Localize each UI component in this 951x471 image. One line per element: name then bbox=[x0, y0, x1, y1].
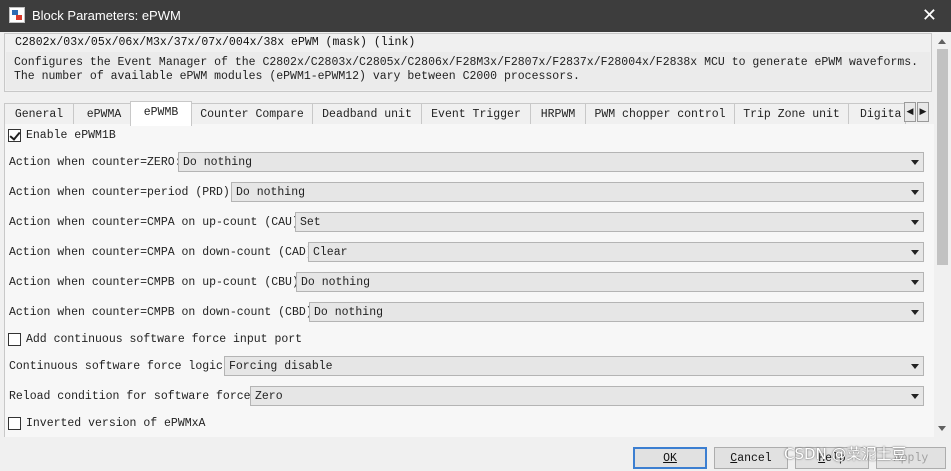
chevron-down-icon bbox=[911, 280, 919, 285]
inverted-epwmxa-label: Inverted version of ePWMxA bbox=[26, 417, 206, 430]
chevron-down-icon bbox=[911, 364, 919, 369]
scrollbar-thumb[interactable] bbox=[937, 49, 948, 265]
sw-force-logic-value: Forcing disable bbox=[229, 360, 333, 373]
tab-counter-compare[interactable]: Counter Compare bbox=[191, 103, 313, 125]
action-prd-value: Do nothing bbox=[236, 186, 306, 199]
action-cad-value: Clear bbox=[313, 246, 348, 259]
add-sw-force-checkbox[interactable] bbox=[8, 333, 21, 346]
add-sw-force-label: Add continuous software force input port bbox=[26, 333, 303, 346]
scroll-up-icon[interactable] bbox=[938, 39, 946, 44]
action-cad-select[interactable]: Clear bbox=[308, 242, 924, 262]
mask-description-group: C2802x/03x/05x/06x/M3x/37x/07x/004x/38x … bbox=[4, 33, 932, 92]
action-cbu-select[interactable]: Do nothing bbox=[296, 272, 924, 292]
reload-condition-select[interactable]: Zero bbox=[250, 386, 924, 406]
sw-force-logic-select[interactable]: Forcing disable bbox=[224, 356, 924, 376]
chevron-down-icon bbox=[911, 190, 919, 195]
action-cbd-value: Do nothing bbox=[314, 306, 384, 319]
tab-hrpwm[interactable]: HRPWM bbox=[530, 103, 586, 125]
description-line-1: Configures the Event Manager of the C280… bbox=[14, 56, 919, 69]
action-prd-label: Action when counter=period (PRD): bbox=[9, 186, 237, 199]
tab-digital-compare[interactable]: Digita bbox=[848, 103, 906, 125]
window-title: Block Parameters: ePWM bbox=[32, 8, 181, 23]
chevron-down-icon bbox=[911, 250, 919, 255]
ok-button-label: OK bbox=[663, 452, 677, 465]
watermark-text: CSDN @菜泥土豆 bbox=[784, 445, 907, 463]
action-cau-select[interactable]: Set bbox=[295, 212, 924, 232]
vertical-scrollbar[interactable] bbox=[934, 33, 951, 437]
chevron-down-icon bbox=[911, 220, 919, 225]
tab-epwmb[interactable]: ePWMB bbox=[130, 101, 192, 126]
enable-epwm1b-label: Enable ePWM1B bbox=[26, 129, 116, 142]
title-bar: Block Parameters: ePWM ✕ bbox=[0, 0, 951, 32]
reload-condition-value: Zero bbox=[255, 390, 283, 403]
action-zero-select[interactable]: Do nothing bbox=[178, 152, 924, 172]
mask-description: Configures the Event Manager of the C280… bbox=[6, 52, 930, 90]
tab-epwma[interactable]: ePWMA bbox=[73, 103, 135, 125]
action-cau-value: Set bbox=[300, 216, 321, 229]
tab-event-trigger[interactable]: Event Trigger bbox=[421, 103, 531, 125]
simulink-app-icon bbox=[9, 7, 25, 23]
tab-deadband-unit[interactable]: Deadband unit bbox=[312, 103, 422, 125]
action-prd-select[interactable]: Do nothing bbox=[231, 182, 924, 202]
action-cbu-value: Do nothing bbox=[301, 276, 371, 289]
tab-scroll-right-icon[interactable]: ▶ bbox=[917, 102, 929, 122]
action-cbu-label: Action when counter=CMPB on up-count (CB… bbox=[9, 276, 306, 289]
description-line-2: The number of available ePWM modules (eP… bbox=[14, 70, 580, 83]
ok-button[interactable]: OK bbox=[633, 447, 707, 469]
cancel-button-label: ancel bbox=[737, 452, 772, 465]
mask-title: C2802x/03x/05x/06x/M3x/37x/07x/004x/38x … bbox=[15, 36, 416, 49]
tab-general[interactable]: General bbox=[4, 103, 74, 125]
sw-force-logic-label: Continuous software force logic: bbox=[9, 360, 230, 373]
chevron-down-icon bbox=[911, 310, 919, 315]
close-icon[interactable]: ✕ bbox=[922, 5, 937, 25]
inverted-epwmxa-checkbox[interactable] bbox=[8, 417, 21, 430]
enable-epwm1b-checkbox[interactable] bbox=[8, 129, 21, 142]
action-zero-value: Do nothing bbox=[183, 156, 253, 169]
action-zero-label: Action when counter=ZERO: bbox=[9, 156, 182, 169]
tab-scroll-left-icon[interactable]: ◀ bbox=[904, 102, 916, 122]
cancel-button[interactable]: Cancel bbox=[714, 447, 788, 469]
chevron-down-icon bbox=[911, 160, 919, 165]
tab-trip-zone-unit[interactable]: Trip Zone unit bbox=[734, 103, 849, 125]
action-cbd-select[interactable]: Do nothing bbox=[309, 302, 924, 322]
chevron-down-icon bbox=[911, 394, 919, 399]
tab-pwm-chopper-control[interactable]: PWM chopper control bbox=[585, 103, 735, 125]
action-cbd-label: Action when counter=CMPB on down-count (… bbox=[9, 306, 320, 319]
reload-condition-label: Reload condition for software force: bbox=[9, 390, 258, 403]
scroll-down-icon[interactable] bbox=[938, 426, 946, 431]
action-cau-label: Action when counter=CMPA on up-count (CA… bbox=[9, 216, 306, 229]
action-cad-label: Action when counter=CMPA on down-count (… bbox=[9, 246, 320, 259]
tab-strip: General ePWMA ePWMB Counter Compare Dead… bbox=[4, 101, 918, 126]
